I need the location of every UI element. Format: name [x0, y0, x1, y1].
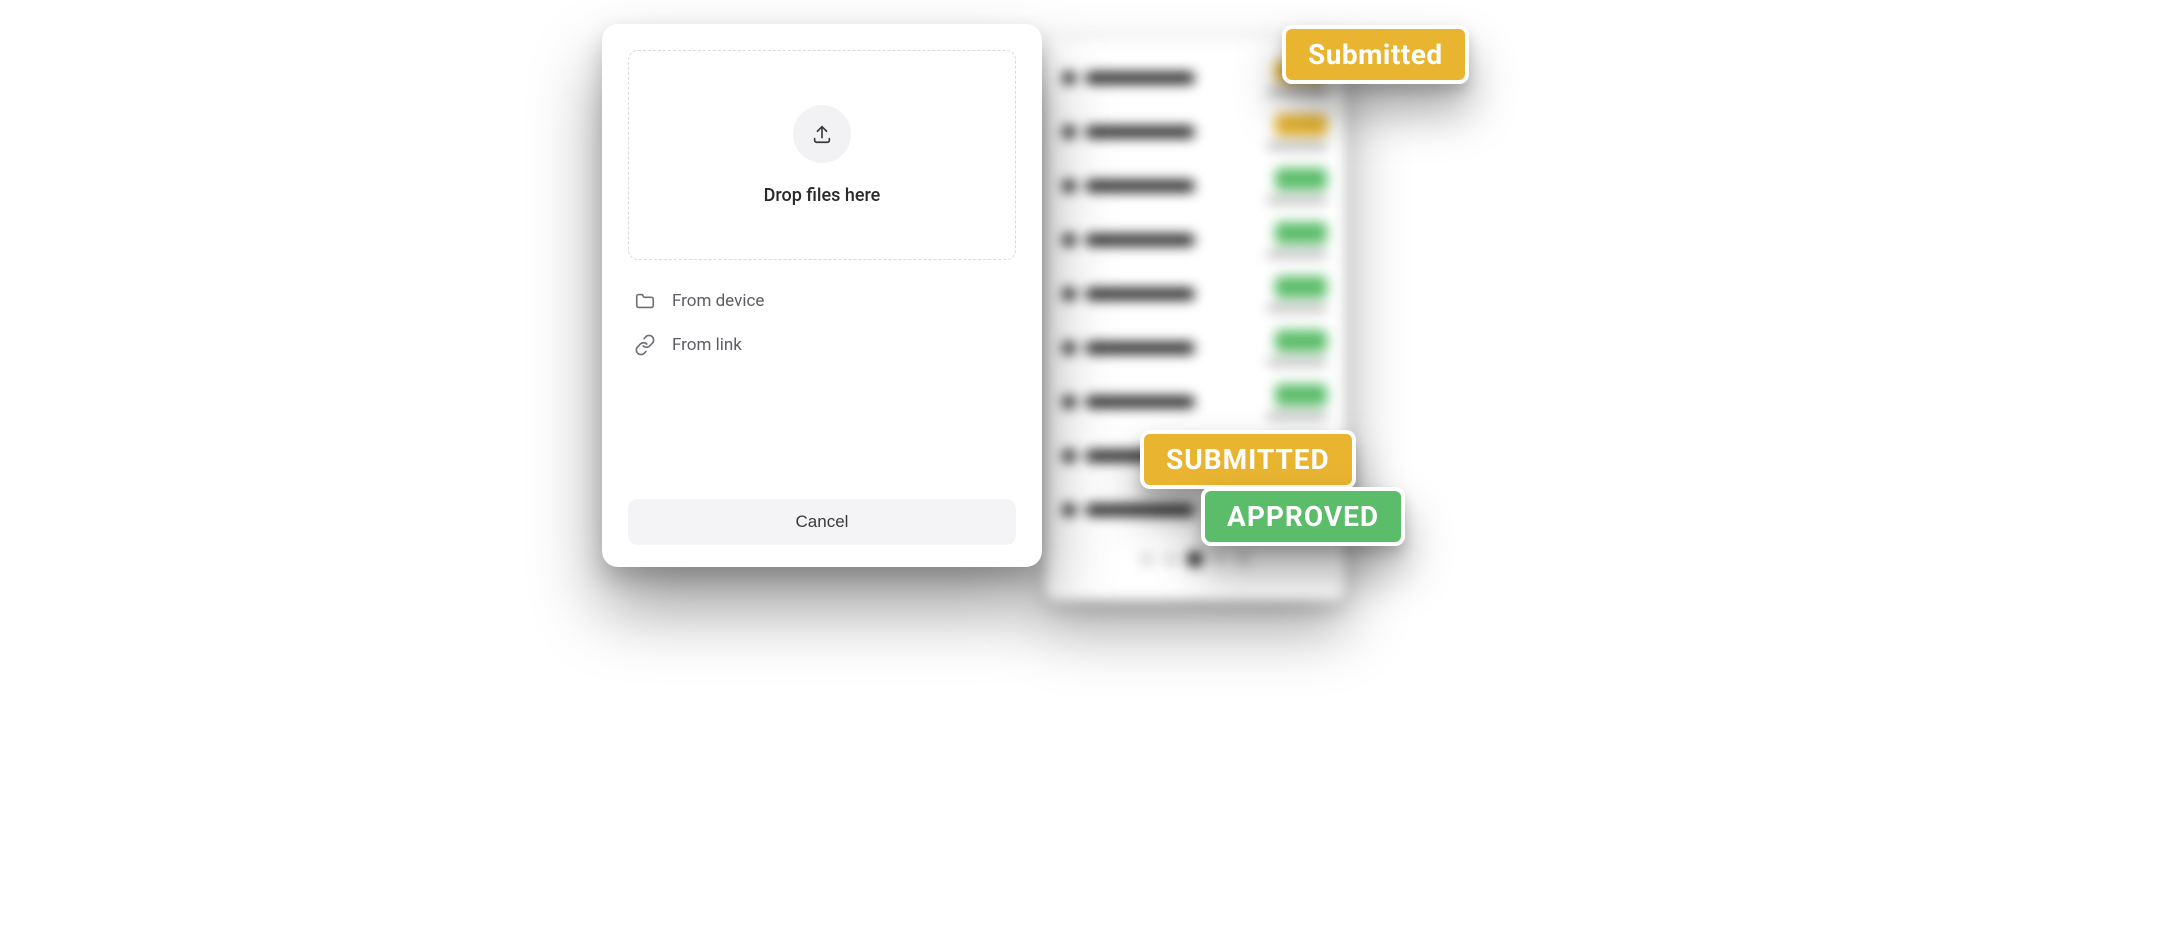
upload-dialog: Drop files here From device From [602, 24, 1042, 567]
folder-icon [634, 290, 656, 312]
list-item [1063, 222, 1327, 258]
list-item [1063, 168, 1327, 204]
from-device-option[interactable]: From device [634, 290, 1016, 312]
upload-icon [793, 105, 851, 163]
upload-options: From device From link [628, 290, 1016, 356]
status-callout-submitted: Submitted [1282, 25, 1469, 84]
status-badge: SUBMITTED [1144, 434, 1352, 485]
status-badge: APPROVED [1205, 491, 1401, 542]
list-item [1063, 330, 1327, 366]
list-item [1063, 384, 1327, 420]
list-item [1063, 276, 1327, 312]
cancel-button[interactable]: Cancel [628, 499, 1016, 545]
cancel-button-label: Cancel [796, 512, 849, 531]
link-icon [634, 334, 656, 356]
dropzone-label: Drop files here [764, 185, 881, 206]
from-device-label: From device [672, 291, 764, 311]
from-link-label: From link [672, 335, 742, 355]
status-callout-submitted-upper: SUBMITTED [1140, 430, 1356, 489]
status-callout-approved: APPROVED [1201, 487, 1405, 546]
from-link-option[interactable]: From link [634, 334, 1016, 356]
pagination [1063, 552, 1327, 566]
status-badge: Submitted [1286, 29, 1465, 80]
list-item [1063, 114, 1327, 150]
file-dropzone[interactable]: Drop files here [628, 50, 1016, 260]
